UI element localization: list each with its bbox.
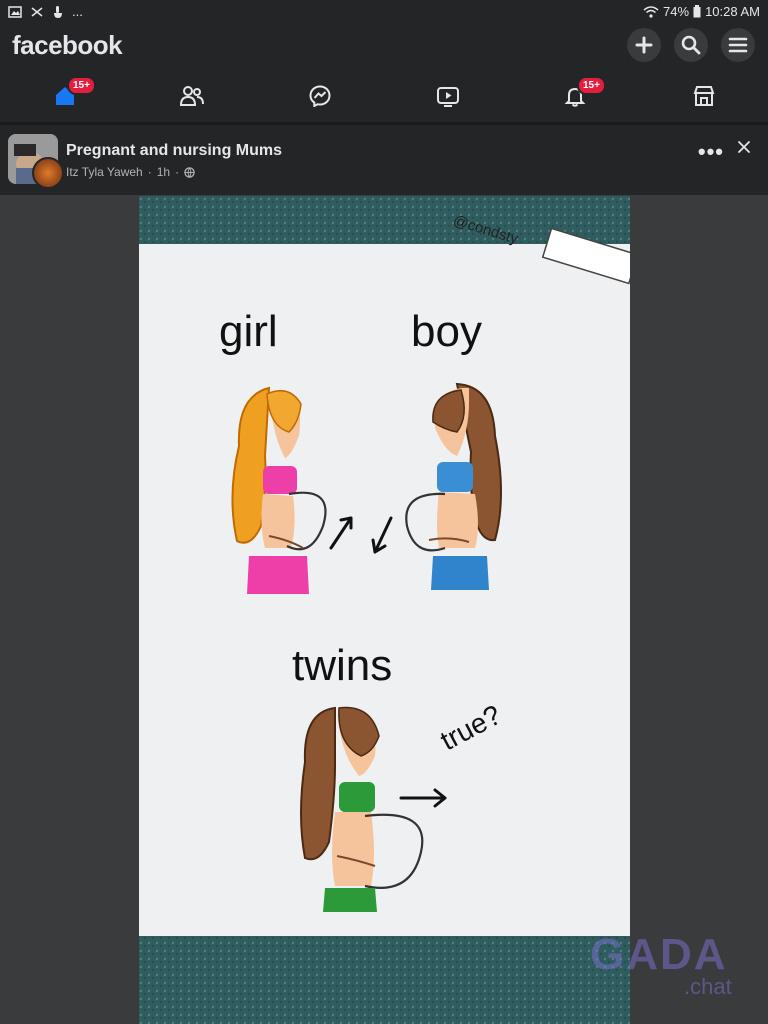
watermark-sub: .chat — [684, 974, 732, 999]
touch-icon — [54, 5, 62, 18]
plus-icon — [635, 36, 653, 54]
tab-friends[interactable] — [172, 76, 212, 116]
author-name[interactable]: Itz Tyla Yaweh — [66, 165, 143, 179]
post-options-button[interactable]: ••• — [698, 139, 724, 165]
globe-icon — [184, 166, 195, 178]
meta-separator: · — [147, 165, 152, 179]
post-meta: Itz Tyla Yaweh · 1h · — [66, 165, 195, 179]
battery-icon — [693, 5, 701, 18]
notifications-badge: 15+ — [577, 76, 606, 95]
nav-tabs: 15+ 15+ — [0, 68, 768, 125]
tab-messenger[interactable] — [300, 76, 340, 116]
gallery-icon — [8, 5, 22, 18]
search-icon — [681, 35, 701, 55]
post-image[interactable]: @condsty girl boy twins true? — [139, 196, 630, 1024]
watermark-logo: GADA — [590, 930, 728, 979]
marketplace-icon — [693, 86, 715, 106]
close-icon — [738, 141, 750, 153]
wifi-icon — [643, 5, 659, 18]
post-time[interactable]: 1h — [157, 165, 170, 179]
clock: 10:28 AM — [705, 4, 760, 19]
friends-icon — [180, 86, 204, 106]
home-badge: 15+ — [67, 76, 96, 95]
status-bar: ... 74% 10:28 AM — [0, 0, 768, 24]
author-avatar[interactable] — [32, 157, 64, 189]
tab-marketplace[interactable] — [684, 76, 724, 116]
tab-notifications[interactable]: 15+ — [555, 76, 606, 116]
label-girl: girl — [219, 307, 278, 356]
watch-icon — [437, 87, 459, 107]
hide-post-button[interactable] — [736, 139, 752, 160]
label-boy: boy — [411, 307, 482, 356]
menu-button[interactable] — [721, 28, 755, 62]
group-name[interactable]: Pregnant and nursing Mums — [66, 142, 282, 160]
create-button[interactable] — [627, 28, 661, 62]
tab-home[interactable]: 15+ — [45, 76, 96, 116]
messenger-icon — [309, 85, 331, 107]
tab-watch[interactable] — [428, 76, 468, 116]
battery-percent: 74% — [663, 4, 690, 19]
search-button[interactable] — [674, 28, 708, 62]
hamburger-icon — [728, 37, 748, 53]
status-more: ... — [72, 4, 83, 19]
post-header: Pregnant and nursing Mums Itz Tyla Yaweh… — [0, 125, 768, 195]
signal-off-icon — [31, 6, 43, 17]
app-header: facebook — [0, 24, 768, 68]
meta-separator: · — [175, 165, 180, 179]
drawing-illustration: @condsty girl boy twins true? — [139, 196, 630, 1024]
facebook-logo[interactable]: facebook — [12, 30, 123, 61]
label-twins: twins — [292, 641, 392, 690]
